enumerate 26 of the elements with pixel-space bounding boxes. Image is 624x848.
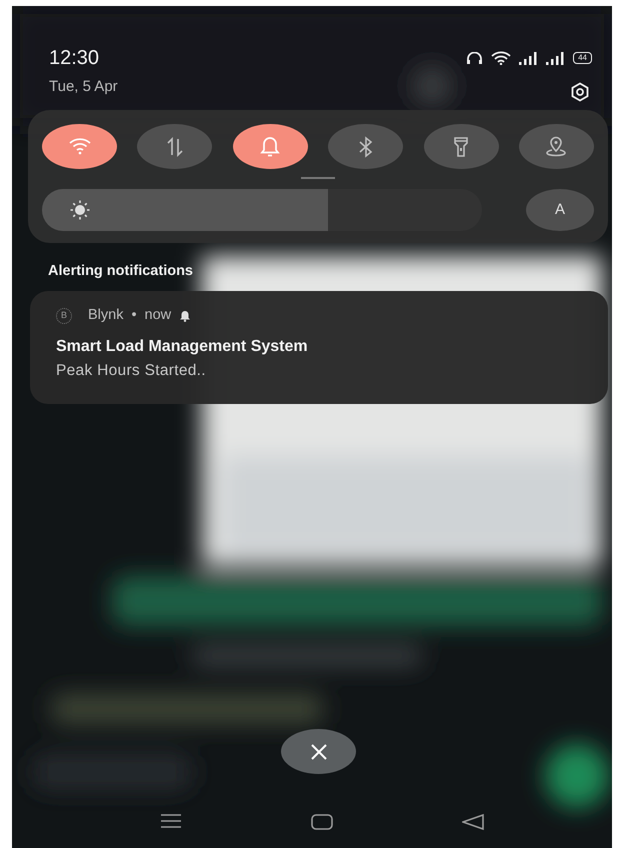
notification-card[interactable]: B Blynk • now Smart Load Management System Peak Hours Started.. <box>30 290 608 404</box>
section-heading: Alerting notifications <box>48 262 194 281</box>
bell-icon <box>258 134 282 158</box>
home-icon[interactable] <box>311 814 333 830</box>
app-name: Blynk <box>88 306 124 325</box>
location-pin-icon <box>544 134 568 158</box>
signal-icon <box>519 52 538 64</box>
notification-text: Peak Hours Started.. <box>56 360 207 380</box>
notification-time: now <box>144 306 172 325</box>
clock-time: 12:30 <box>49 48 100 68</box>
signal-icon <box>546 52 566 64</box>
brightness-slider[interactable] <box>42 189 482 231</box>
menu-icon[interactable] <box>160 814 182 828</box>
separator-dot: • <box>131 306 137 325</box>
app-icon: B <box>56 308 72 324</box>
brightness-icon <box>70 200 90 220</box>
headset-icon <box>466 52 484 64</box>
date-label: Tue, 5 Apr <box>49 76 118 97</box>
auto-brightness-button[interactable]: A <box>526 189 594 231</box>
bell-icon <box>179 310 192 322</box>
settings-icon[interactable] <box>570 82 590 102</box>
close-icon <box>310 742 328 760</box>
notification-title: Smart Load Management System <box>56 336 309 356</box>
back-icon[interactable] <box>462 814 484 830</box>
wifi-icon <box>491 51 512 65</box>
battery-indicator: 44 <box>573 52 592 64</box>
